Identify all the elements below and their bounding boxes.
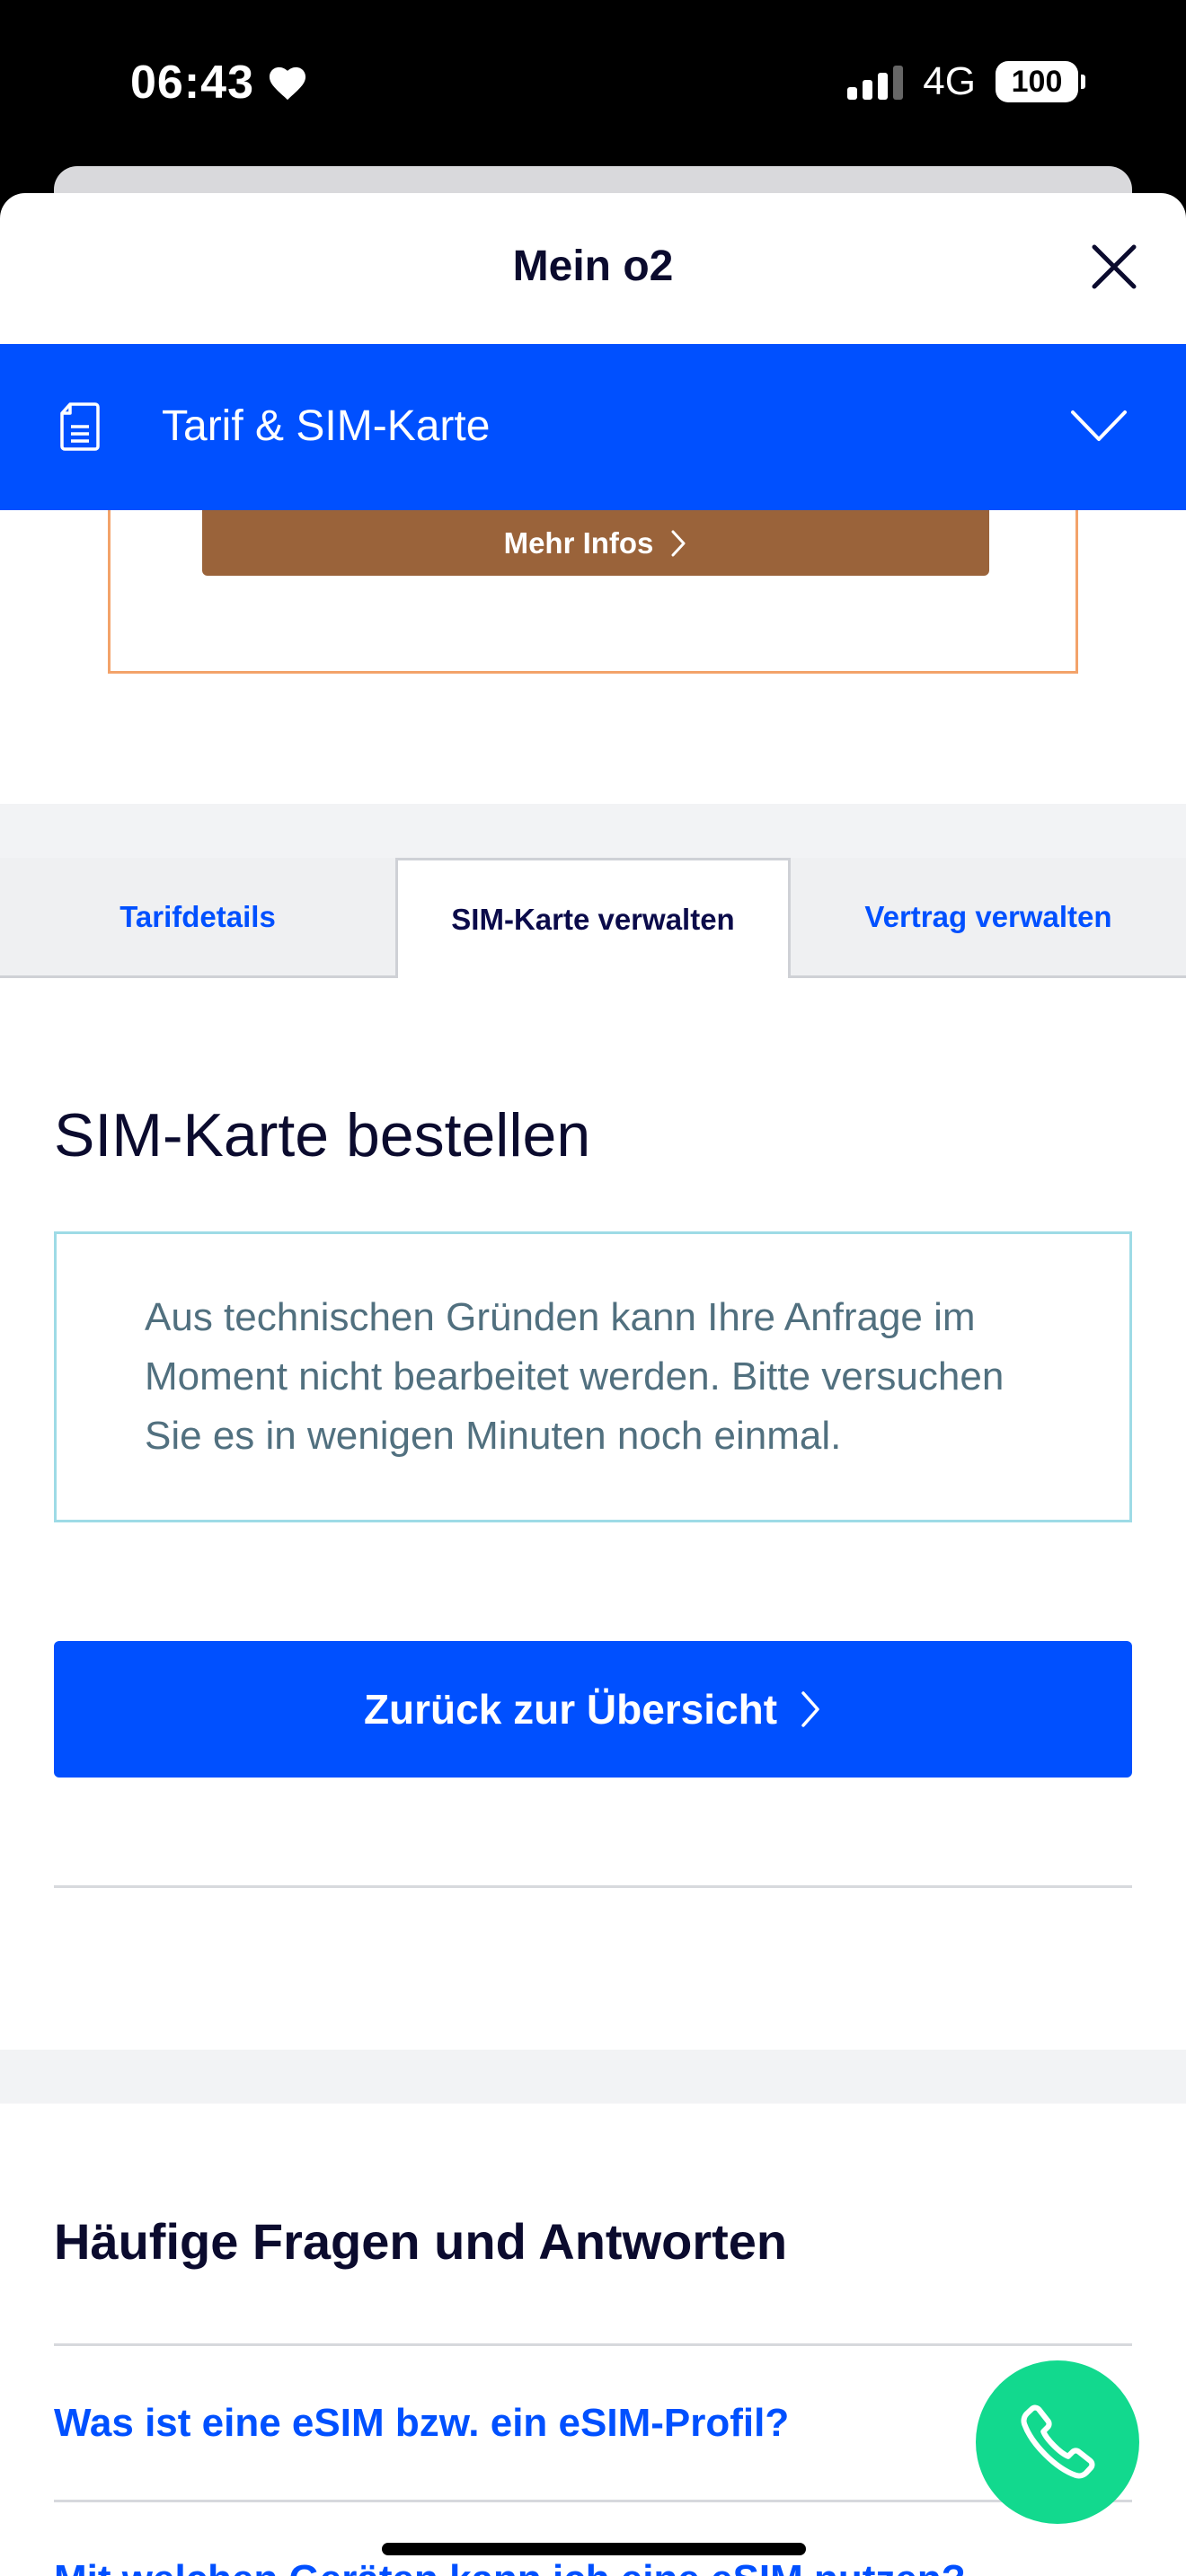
phone-icon [1021, 2404, 1095, 2479]
faq-item[interactable]: Mit welchen Geräten kann ich eine eSIM n… [54, 2557, 1132, 2576]
document-icon [60, 402, 100, 451]
network-type: 4G [923, 59, 976, 103]
heart-icon [269, 66, 306, 101]
faq-item-label: Mit welchen Geräten kann ich eine eSIM n… [54, 2557, 966, 2576]
promo-card: Mehr Infos [108, 510, 1078, 674]
home-indicator [382, 2543, 806, 2555]
more-info-button[interactable]: Mehr Infos [202, 510, 989, 576]
faq-title: Häufige Fragen und Antworten [54, 2213, 788, 2270]
section-dropdown-label: Tarif & SIM-Karte [162, 402, 491, 450]
status-indicators: 4G 100 [847, 59, 1085, 104]
divider [54, 1885, 1132, 1888]
battery-icon: 100 [996, 61, 1085, 102]
page-heading: SIM-Karte bestellen [54, 1101, 591, 1169]
faq-section: Häufige Fragen und Antworten [54, 2212, 1132, 2271]
page-heading-wrap: SIM-Karte bestellen [54, 1100, 1132, 1170]
status-time: 06:43 [130, 56, 308, 110]
divider [54, 2500, 1132, 2502]
divider [54, 2343, 1132, 2346]
section-separator [0, 2050, 1186, 2104]
back-to-overview-label: Zurück zur Übersicht [363, 1686, 778, 1733]
status-bar: 06:43 4G 100 [0, 0, 1186, 171]
section-separator [0, 804, 1186, 858]
close-icon[interactable] [1087, 240, 1141, 294]
battery-level: 100 [1011, 64, 1063, 99]
section-dropdown[interactable]: Tarif & SIM-Karte [0, 344, 1186, 510]
chevron-right-icon [801, 1691, 819, 1727]
chevron-right-icon [671, 530, 686, 556]
faq-item[interactable]: Was ist eine eSIM bzw. ein eSIM-Profil? [54, 2401, 1132, 2446]
tab-tarifdetails[interactable]: Tarifdetails [0, 858, 395, 978]
tab-sim-karte-verwalten[interactable]: SIM-Karte verwalten [395, 858, 791, 978]
time-text: 06:43 [130, 57, 254, 109]
tab-vertrag-verwalten[interactable]: Vertrag verwalten [791, 858, 1186, 978]
back-to-overview-button[interactable]: Zurück zur Übersicht [54, 1641, 1132, 1778]
sheet-title: Mein o2 [512, 243, 674, 290]
tab-bar: Tarifdetails SIM-Karte verwalten Vertrag… [0, 858, 1186, 978]
call-button[interactable] [976, 2360, 1139, 2524]
modal-sheet: Mein o2 Tarif & SIM-Karte Mehr Infos Tar… [0, 193, 1186, 2576]
signal-icon [847, 64, 904, 100]
error-notice: Aus technischen Gründen kann Ihre Anfrag… [54, 1231, 1132, 1522]
sheet-header: Mein o2 [0, 193, 1186, 344]
more-info-label: Mehr Infos [503, 525, 654, 560]
chevron-down-icon [1071, 410, 1127, 441]
